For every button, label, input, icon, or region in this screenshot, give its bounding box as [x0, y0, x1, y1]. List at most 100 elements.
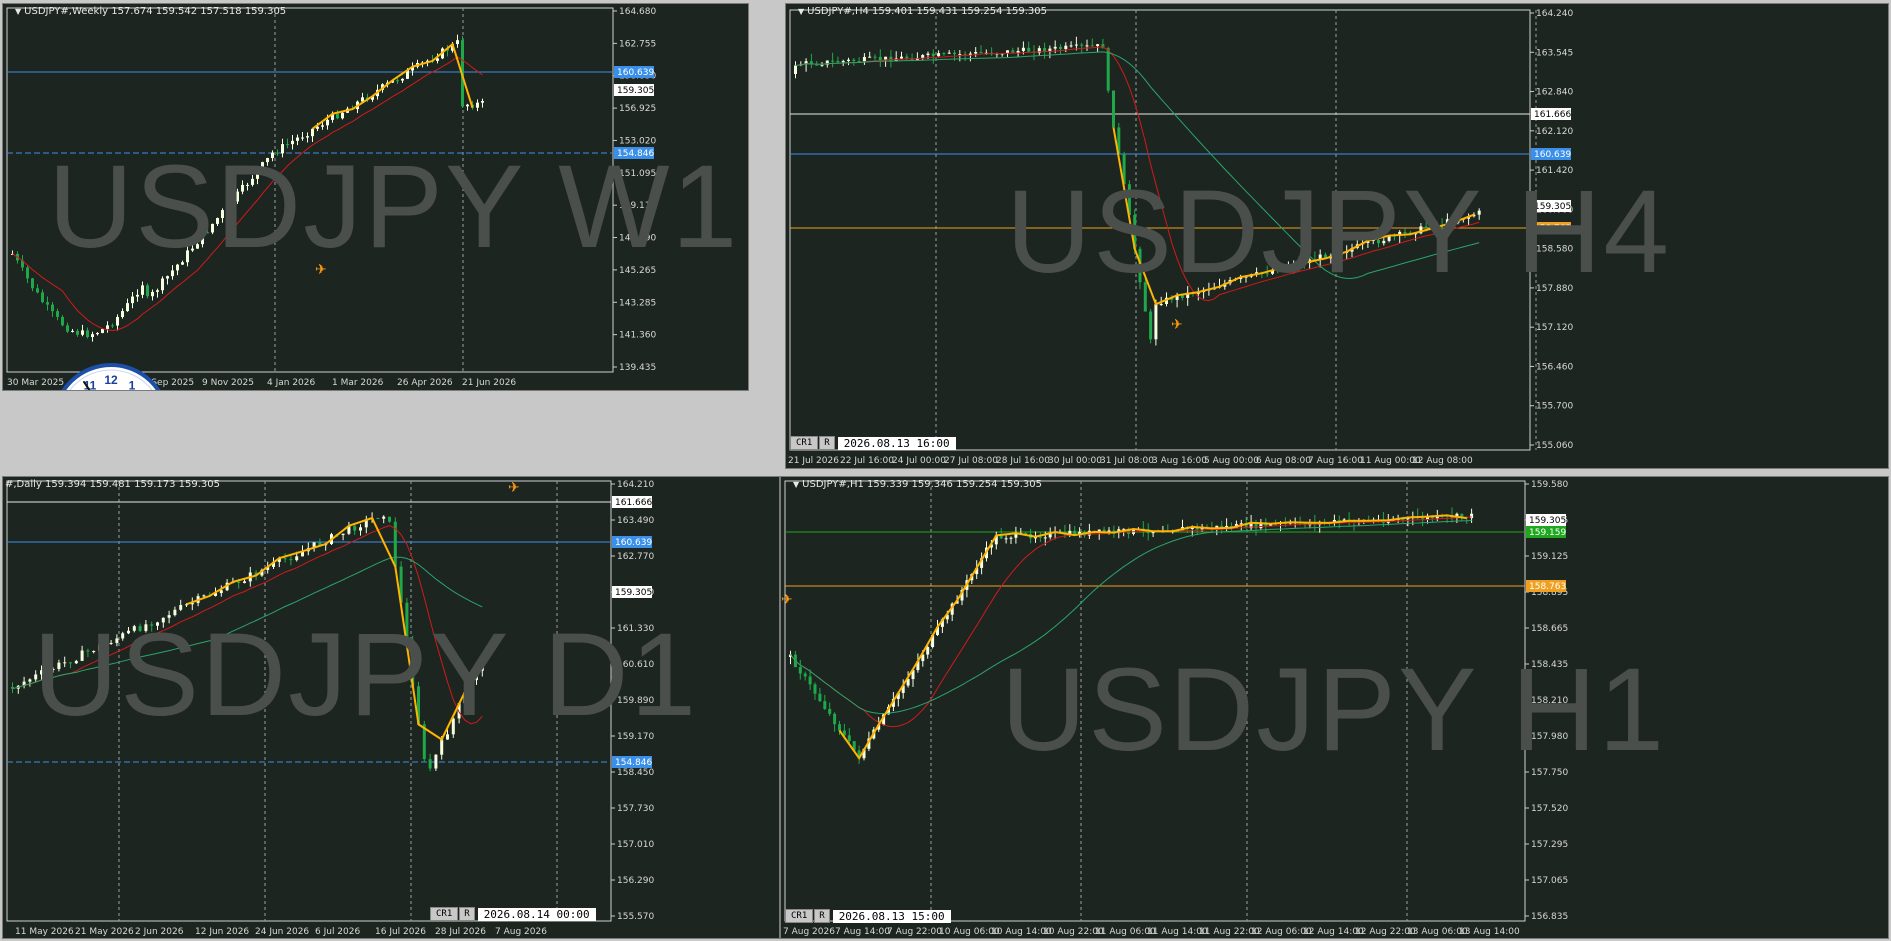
collapse-triangle-icon[interactable]: ▼ — [793, 480, 799, 489]
candle-body — [979, 51, 983, 53]
time-label: 7 Aug 2026 — [783, 927, 835, 937]
candle-body — [181, 262, 184, 265]
candle-body — [236, 191, 239, 202]
time-label: 31 Jul 08:00 — [1100, 456, 1154, 466]
cr-button[interactable]: CR1 — [785, 909, 814, 923]
chart-title: ▼ USDJPY#,H1 159.339 159.346 159.254 159.… — [793, 479, 1042, 490]
price-tag-label: 161.666 — [615, 498, 652, 508]
price-label: 157.750 — [1531, 768, 1568, 778]
candle-body — [480, 659, 484, 671]
price-label: 157.880 — [1536, 284, 1573, 294]
chart-panel-daily[interactable]: #,Daily 159.394 159.481 159.173 159.305 … — [2, 476, 780, 939]
cr-button[interactable]: CR1 — [430, 907, 459, 921]
candle-body — [1112, 90, 1115, 128]
candle-body — [434, 754, 438, 769]
r-button[interactable]: R — [819, 436, 835, 450]
candle-body — [86, 330, 89, 338]
price-label: 164.680 — [619, 7, 656, 17]
candle-body — [1106, 48, 1110, 91]
candle-body — [156, 290, 159, 292]
candle-body — [475, 670, 478, 681]
time-label: 28 Jul 16:00 — [996, 456, 1050, 466]
candle-body — [931, 53, 935, 57]
candle-body — [36, 288, 39, 293]
candle-body — [34, 674, 38, 680]
candle-body — [243, 581, 246, 583]
candle-body — [98, 644, 101, 652]
price-tag-label: 158.763 — [1529, 582, 1566, 592]
candle-body — [191, 248, 194, 251]
satellite-icon[interactable]: ✈ — [1171, 317, 1183, 333]
candle-body — [251, 178, 254, 185]
price-label: 156.925 — [619, 104, 656, 114]
clock-numeral: 12 — [104, 373, 118, 387]
candle-body — [942, 53, 946, 55]
candle-body — [281, 144, 284, 154]
candle-body — [341, 533, 345, 535]
candle-body — [256, 170, 259, 179]
chart-canvas[interactable]: 164.210163.490162.770162.050161.330160.6… — [3, 477, 780, 939]
satellite-icon[interactable]: ✈ — [315, 262, 327, 278]
price-label: 162.755 — [619, 39, 656, 49]
time-label: 3 Aug 16:00 — [1152, 456, 1207, 466]
candle-body — [41, 292, 44, 303]
candle-body — [396, 80, 399, 82]
candle-body — [813, 684, 817, 694]
collapse-triangle-icon[interactable]: ▼ — [15, 7, 21, 16]
candle-body — [131, 296, 134, 304]
candle-body — [92, 651, 96, 653]
satellite-icon[interactable]: ✈ — [781, 592, 793, 608]
candle-body — [96, 332, 99, 335]
price-tag-label: 154.846 — [615, 758, 652, 768]
chart-title: ▼ USDJPY#,Weekly 157.674 159.542 157.518 … — [15, 6, 287, 17]
candle-body — [126, 303, 129, 312]
price-label: 153.020 — [619, 136, 656, 146]
price-label: 139.435 — [619, 363, 656, 373]
chart-panel-h4[interactable]: ▼ USDJPY#,H4 159.401 159.431 159.254 159.… — [785, 3, 1889, 469]
plot-frame — [6, 480, 612, 922]
candle-body — [847, 735, 851, 742]
candle-body — [1085, 45, 1089, 47]
candle-body — [376, 518, 380, 520]
candle-body — [1004, 538, 1008, 540]
time-label: 27 Jul 08:00 — [944, 456, 998, 466]
candle-body — [857, 61, 861, 63]
candle-body — [862, 56, 866, 62]
candle-body — [132, 626, 136, 631]
candle-body — [1043, 537, 1047, 539]
candle-body — [336, 113, 339, 119]
candle-body — [121, 633, 125, 639]
candle-body — [401, 78, 404, 81]
chart-canvas[interactable]: 164.240163.545162.840162.120161.420160.0… — [786, 4, 1889, 469]
candle-body — [150, 624, 154, 626]
price-label: 156.290 — [617, 876, 654, 886]
r-button[interactable]: R — [459, 907, 475, 921]
candle-body — [173, 609, 177, 616]
chart-canvas[interactable]: 164.680162.755158.830156.925153.020151.0… — [3, 4, 749, 391]
chart-panel-h1[interactable]: ▼ USDJPY#,H1 159.339 159.346 159.254 159.… — [780, 476, 1889, 939]
collapse-triangle-icon[interactable]: ▼ — [798, 7, 804, 16]
time-label: 24 Jul 00:00 — [892, 456, 946, 466]
time-label: 6 Jul 2026 — [315, 927, 360, 937]
time-readout: 2026.08.13 15:00 — [832, 909, 951, 923]
candle-body — [833, 713, 837, 725]
candle-body — [466, 104, 469, 107]
candle-body — [1377, 239, 1380, 244]
candle-body — [440, 739, 444, 755]
candle-body — [306, 136, 309, 138]
satellite-icon[interactable]: ✈ — [508, 480, 520, 496]
candle-body — [446, 734, 449, 740]
r-button[interactable]: R — [814, 909, 830, 923]
candle-body — [31, 278, 34, 289]
chart-canvas[interactable]: 159.580159.355159.125158.895158.665158.4… — [781, 477, 1889, 939]
candle-body — [115, 638, 119, 643]
candle-body — [1143, 282, 1147, 312]
price-tag-label: 160.639 — [617, 68, 654, 78]
candle-body — [266, 158, 269, 163]
chart-panel-weekly[interactable]: ▼ USDJPY#,Weekly 157.674 159.542 157.518 … — [2, 3, 749, 391]
candle-body — [45, 669, 49, 671]
price-label: 157.065 — [1531, 876, 1568, 886]
candle-body — [179, 605, 183, 610]
cr-button[interactable]: CR1 — [790, 436, 819, 450]
candle-body — [1064, 45, 1068, 50]
